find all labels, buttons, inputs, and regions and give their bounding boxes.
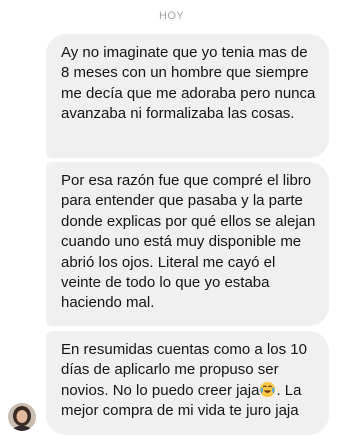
day-separator: HOY [158,10,185,22]
message-bubble[interactable]: En resumidas cuentas como a los 10 días … [46,331,329,435]
message-text: Ay no imaginate que yo tenia mas de 8 me… [61,44,316,123]
message-text: Por esa razón fue que compré el libro pa… [61,172,316,312]
sender-avatar[interactable] [8,403,36,431]
message-bubble[interactable]: Por esa razón fue que compré el libro pa… [46,162,329,326]
crying-laughing-emoji-icon [259,381,276,398]
message-bubble[interactable]: Ay no imaginate que yo tenia mas de 8 me… [46,34,329,158]
profile-photo-icon [8,403,36,431]
